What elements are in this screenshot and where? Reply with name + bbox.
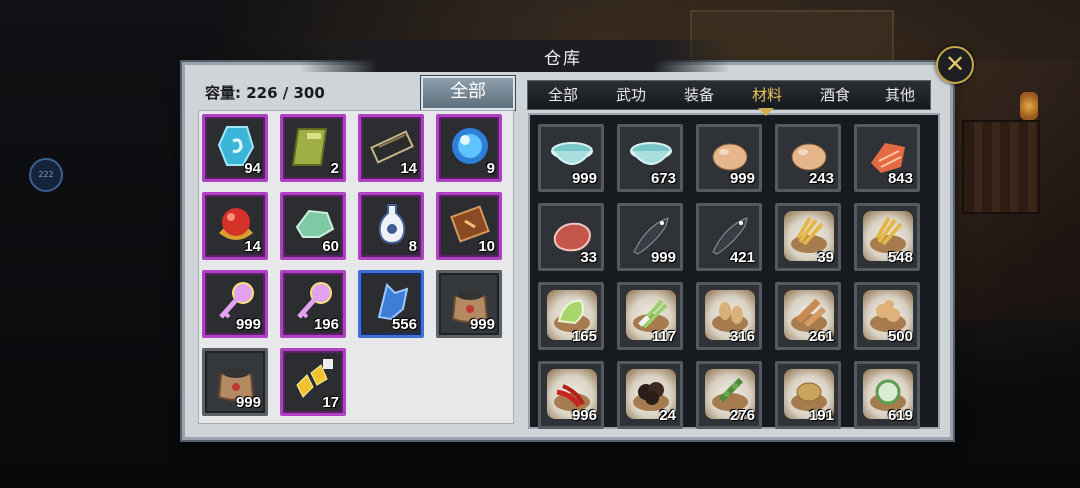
filter-all-button[interactable]: 全部 (421, 76, 515, 110)
page-title: 仓库 (544, 49, 582, 69)
item-quantity: 619 (887, 407, 913, 424)
inventory-slot[interactable]: 8 (358, 192, 424, 260)
close-icon: ✕ (944, 50, 966, 78)
item-quantity: 999 (729, 170, 755, 187)
item-quantity: 117 (651, 328, 676, 345)
item-quantity: 276 (729, 407, 755, 424)
storage-slot[interactable]: 996 (538, 361, 604, 429)
inventory-slot[interactable]: 999 (202, 270, 268, 338)
tab-food[interactable]: 酒食 (802, 81, 868, 109)
item-quantity: 999 (235, 394, 261, 411)
close-button[interactable]: ✕ (936, 46, 974, 84)
inventory-slot[interactable]: 196 (280, 270, 346, 338)
active-tab-indicator (758, 108, 774, 116)
item-quantity: 316 (729, 328, 755, 345)
inventory-slot[interactable]: 999 (436, 270, 502, 338)
storage-slot[interactable]: 243 (775, 124, 841, 192)
storage-slot[interactable]: 421 (696, 203, 762, 271)
tab-other[interactable]: 其他 (870, 81, 930, 109)
storage-slot[interactable]: 843 (854, 124, 920, 192)
storage-slot[interactable]: 191 (775, 361, 841, 429)
item-quantity: 10 (478, 238, 495, 255)
item-quantity: 196 (313, 316, 339, 333)
item-quantity: 556 (391, 316, 417, 333)
inventory-slot[interactable]: 556 (358, 270, 424, 338)
item-quantity: 548 (887, 249, 913, 266)
item-quantity: 60 (322, 238, 339, 255)
inventory-slot[interactable]: 10 (436, 192, 502, 260)
item-quantity: 421 (729, 249, 755, 266)
inventory-slot[interactable]: 9 (436, 114, 502, 182)
storage-slot[interactable]: 39 (775, 203, 841, 271)
item-quantity: 14 (244, 238, 261, 255)
storage-slot[interactable]: 673 (617, 124, 683, 192)
category-tabs: 全部 武功 装备 材料 酒食 其他 (527, 80, 931, 110)
item-quantity: 673 (650, 170, 676, 187)
item-quantity: 33 (580, 249, 597, 266)
item-quantity: 996 (571, 407, 597, 424)
item-quantity: 9 (486, 160, 495, 177)
item-quantity: 261 (808, 328, 834, 345)
storage-slot[interactable]: 999 (617, 203, 683, 271)
storage-slot[interactable]: 165 (538, 282, 604, 350)
inventory-slot[interactable]: 60 (280, 192, 346, 260)
storage-slot[interactable]: 261 (775, 282, 841, 350)
inventory-slot[interactable]: 2 (280, 114, 346, 182)
storage-slot[interactable]: 548 (854, 203, 920, 271)
player-badge[interactable]: 222 (29, 158, 63, 192)
item-quantity: 94 (244, 160, 261, 177)
inventory-slot[interactable]: 14 (358, 114, 424, 182)
item-quantity: 500 (887, 328, 913, 345)
item-quantity: 191 (808, 407, 834, 424)
tab-equipment[interactable]: 装备 (666, 81, 732, 109)
item-quantity: 243 (808, 170, 834, 187)
item-quantity: 8 (408, 238, 417, 255)
lantern-icon (1020, 92, 1038, 120)
storage-slot[interactable]: 276 (696, 361, 762, 429)
item-quantity: 843 (887, 170, 913, 187)
item-quantity: 14 (400, 160, 417, 177)
item-quantity: 165 (571, 328, 597, 345)
item-quantity: 999 (235, 316, 261, 333)
storage-slot[interactable]: 117 (617, 282, 683, 350)
item-quantity: 999 (571, 170, 597, 187)
storage-slot[interactable]: 619 (854, 361, 920, 429)
item-quantity: 2 (330, 160, 339, 177)
item-quantity: 39 (817, 249, 834, 266)
capacity-label: 容量: 226 / 300 (205, 84, 325, 102)
item-quantity: 999 (469, 316, 495, 333)
storage-slot[interactable]: 500 (854, 282, 920, 350)
tab-martial[interactable]: 武功 (598, 81, 664, 109)
storage-slot[interactable]: 33 (538, 203, 604, 271)
inventory-slot[interactable]: 17 (280, 348, 346, 416)
storage-slot[interactable]: 24 (617, 361, 683, 429)
storage-slot[interactable]: 999 (696, 124, 762, 192)
inventory-slot[interactable]: 14 (202, 192, 268, 260)
item-quantity: 24 (659, 407, 676, 424)
wooden-shelf (962, 120, 1040, 214)
inventory-slot[interactable]: 999 (202, 348, 268, 416)
inventory-slot[interactable]: 94 (202, 114, 268, 182)
storage-slot[interactable]: 999 (538, 124, 604, 192)
tab-all[interactable]: 全部 (532, 81, 594, 109)
tab-materials[interactable]: 材料 (734, 81, 800, 109)
item-quantity: 999 (650, 249, 676, 266)
storage-slot[interactable]: 316 (696, 282, 762, 350)
item-quantity: 17 (322, 394, 339, 411)
